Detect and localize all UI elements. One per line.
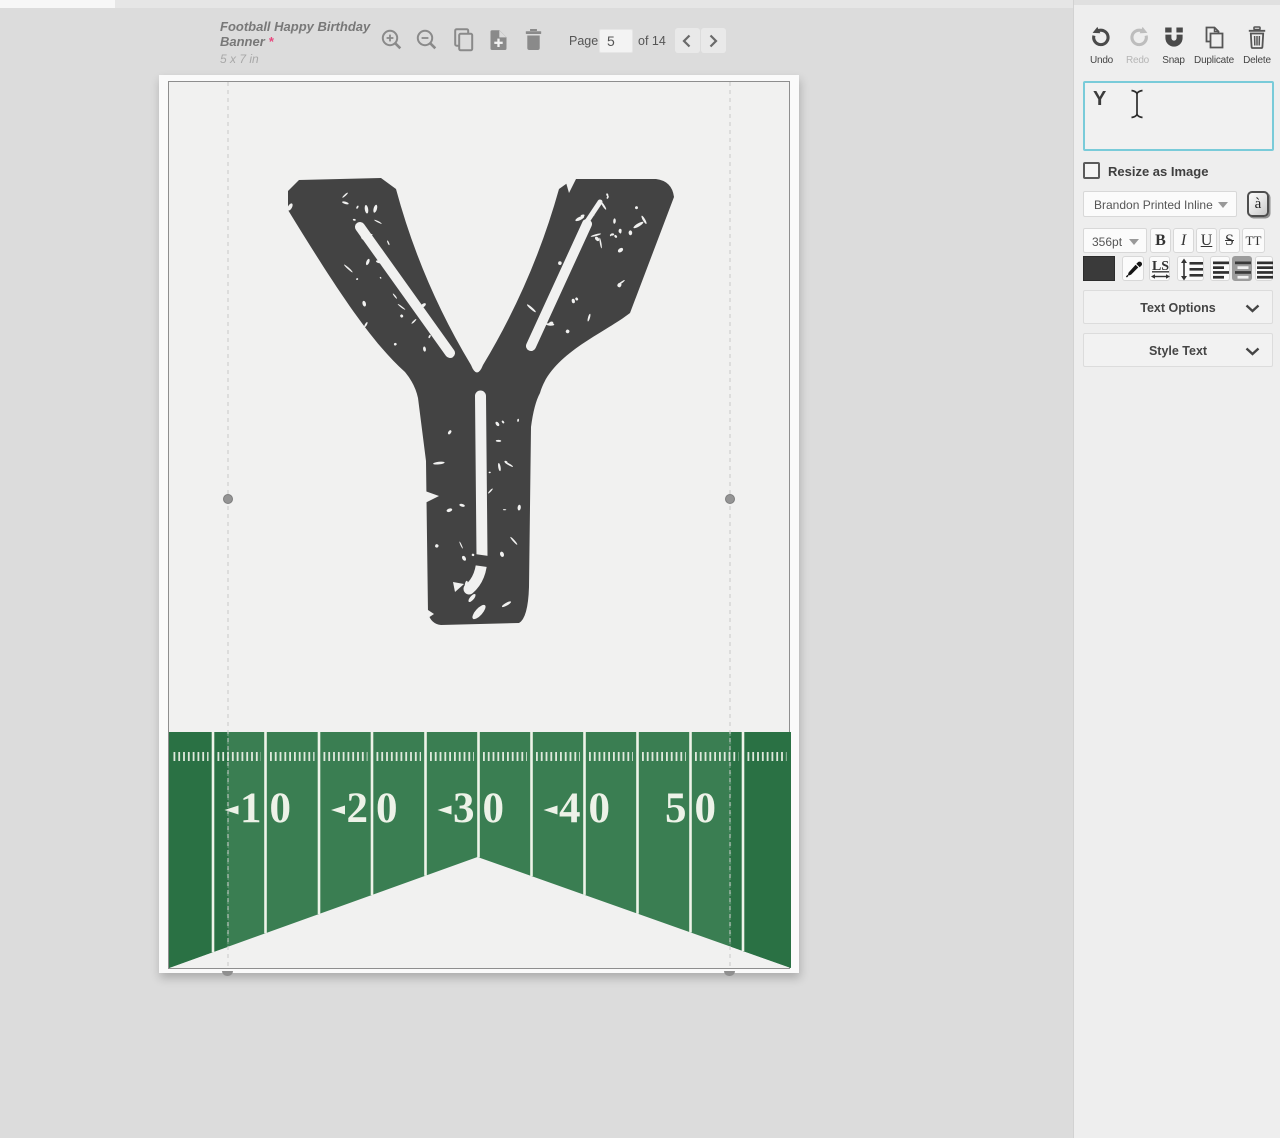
svg-text:1: 1 — [240, 785, 262, 832]
svg-text:3: 3 — [453, 785, 475, 832]
svg-text:0: 0 — [270, 785, 292, 832]
svg-text:0: 0 — [589, 785, 611, 832]
svg-text:0: 0 — [695, 785, 717, 832]
svg-text:0: 0 — [483, 785, 505, 832]
svg-text:0: 0 — [376, 785, 398, 832]
svg-text:2: 2 — [347, 785, 369, 832]
svg-text:5: 5 — [665, 785, 687, 832]
svg-text:4: 4 — [559, 785, 581, 832]
